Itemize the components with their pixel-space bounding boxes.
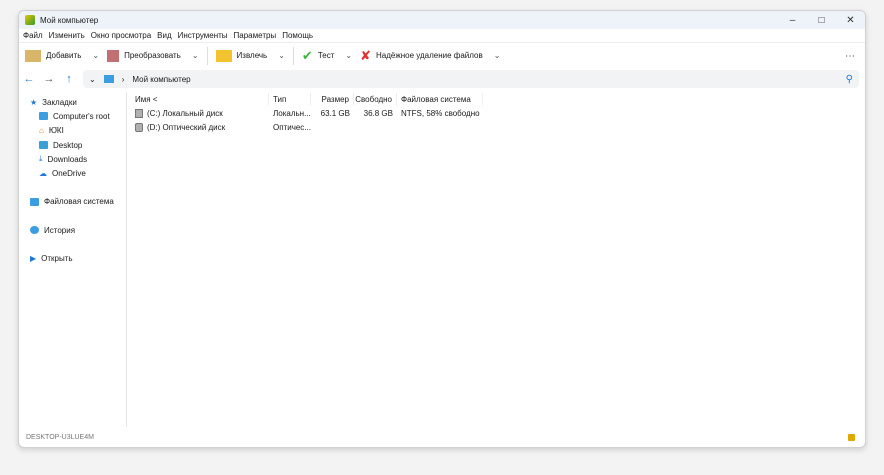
maximize-button[interactable]: □ [807,11,836,29]
test-button[interactable]: ✔ Тест ⌄ [302,48,352,64]
chevron-down-icon[interactable]: ⌄ [494,51,501,60]
convert-button[interactable]: Преобразовать ⌄ [107,49,199,62]
menu-view[interactable]: Вид [157,31,171,40]
table-row[interactable]: (D:) Оптический диск Оптичес... [127,121,865,135]
menu-bar: Файл Изменить Окно просмотра Вид Инструм… [19,29,865,42]
path-box[interactable]: ⌄ › Мой компьютер ⚲ [83,70,859,88]
column-size[interactable]: Размер [311,93,354,106]
window-title: Мой компьютер [40,15,99,25]
sidebar-item-desktop[interactable]: Desktop [19,138,126,152]
close-button[interactable]: ✕ [836,11,865,29]
computer-icon [103,75,114,83]
app-window: Мой компьютер – □ ✕ Файл Изменить Окно п… [18,10,866,448]
column-type[interactable]: Тип [269,93,311,106]
column-name[interactable]: Имя < [127,93,269,106]
lock-icon [848,434,855,441]
desktop-icon [39,141,48,150]
up-arrow-icon[interactable]: ↑ [63,73,75,85]
convert-icon [107,49,120,62]
status-bar: DESKTOP-U3LUE4M [19,427,865,447]
extract-button[interactable]: Извлечь ⌄ [215,49,285,62]
star-icon: ★ [30,97,38,107]
x-icon: ✘ [360,47,371,63]
forward-arrow-icon[interactable]: → [43,73,55,85]
sidebar-history[interactable]: История [19,223,126,237]
chevron-right-icon[interactable]: › [122,75,125,84]
add-button[interactable]: Добавить ⌄ [25,49,99,62]
check-icon: ✔ [301,47,313,63]
drive-icon [135,109,143,119]
toolbar: Добавить ⌄ Преобразовать ⌄ Извлечь ⌄ ✔ Тест ⌄… [19,42,865,68]
table-row[interactable]: (C:) Локальный диск Локальн... 63.1 GB 3… [127,106,865,120]
more-options-button[interactable]: ⋯ [845,51,855,62]
sidebar: ★ Закладки Computer's root ⌂ Ю̈КІ Desktop … [19,92,127,427]
secure-delete-button[interactable]: ✘ Надёжное удаление файлов ⌄ [360,48,500,64]
menu-view-window[interactable]: Окно просмотра [91,31,151,40]
sidebar-item-downloads[interactable]: ⤓ Downloads [19,152,126,166]
cloud-icon: ☁ [39,169,47,179]
computer-name: DESKTOP-U3LUE4M [26,433,94,441]
menu-tools[interactable]: Инструменты [178,31,228,40]
title-bar: Мой компьютер – □ ✕ [19,11,865,29]
column-free[interactable]: Свободно [354,93,397,106]
chevron-down-icon[interactable]: ⌄ [92,51,99,60]
history-icon [30,226,39,235]
chevron-down-icon[interactable]: ⌄ [345,51,352,60]
back-arrow-icon[interactable]: ← [23,73,35,85]
file-list: Имя < Тип Размер Свободно Файловая систе… [127,92,865,427]
column-filesystem[interactable]: Файловая система [397,93,483,106]
folder-icon [30,197,39,206]
sidebar-item-onedrive[interactable]: ☁ OneDrive [19,166,126,180]
menu-help[interactable]: Помощь [282,31,313,40]
chevron-down-icon[interactable]: ⌄ [192,51,199,60]
menu-file[interactable]: Файл [23,31,43,40]
sidebar-item-home[interactable]: ⌂ Ю̈КІ [19,124,126,138]
menu-edit[interactable]: Изменить [49,31,85,40]
address-bar: ← → ↑ ⌄ › Мой компьютер ⚲ [19,68,865,90]
monitor-icon [39,112,48,121]
chevron-down-icon[interactable]: ⌄ [89,75,96,84]
app-logo-icon [25,15,35,25]
play-icon: ▶ [30,254,37,264]
sidebar-open[interactable]: ▶ Открыть [19,251,126,265]
optical-drive-icon [135,123,143,133]
sidebar-filesystem[interactable]: Файловая система [19,195,126,209]
table-header: Имя < Тип Размер Свободно Файловая систе… [127,92,865,106]
minimize-button[interactable]: – [778,11,807,29]
sidebar-item-computer-root[interactable]: Computer's root [19,109,126,123]
path-text: Мой компьютер [132,74,191,84]
home-icon: ⌂ [39,126,44,136]
search-icon[interactable]: ⚲ [846,74,853,85]
archive-box-icon [25,49,41,62]
sidebar-bookmarks[interactable]: ★ Закладки [19,95,126,109]
download-icon: ⤓ [39,154,43,164]
chevron-down-icon[interactable]: ⌄ [278,51,285,60]
menu-settings[interactable]: Параметры [234,31,277,40]
folder-extract-icon [215,49,232,62]
